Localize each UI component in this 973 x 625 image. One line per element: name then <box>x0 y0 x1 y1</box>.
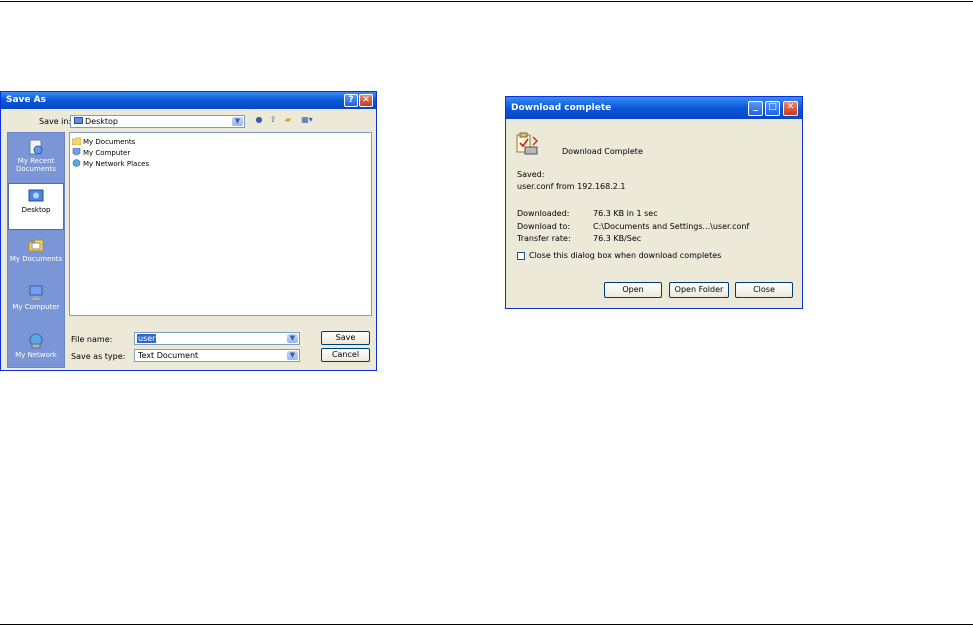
download-to-value: C:\Documents and Settings...\user.conf <box>593 222 750 231</box>
file-item-my-documents[interactable]: My Documents <box>72 137 135 146</box>
download-titlebar[interactable]: Download complete _ □ ✕ <box>506 97 802 119</box>
download-title: Download complete <box>511 103 612 113</box>
file-name-label: File name: <box>71 335 113 344</box>
place-desktop[interactable]: Desktop <box>8 183 64 230</box>
computer-icon <box>72 148 81 156</box>
chevron-down-icon[interactable]: ▼ <box>287 334 298 343</box>
close-when-done-checkbox[interactable] <box>517 252 525 260</box>
views-menu-icon[interactable]: ▦▾ <box>299 115 315 125</box>
file-item-label: My Computer <box>83 149 131 157</box>
place-label: My Documents <box>9 255 63 263</box>
transfer-rate-value: 76.3 KB/Sec <box>593 234 642 243</box>
new-folder-icon[interactable]: ▰ <box>283 115 293 125</box>
save-as-type-value: Text Document <box>138 351 199 360</box>
downloaded-label: Downloaded: <box>517 209 570 218</box>
open-folder-button[interactable]: Open Folder <box>669 282 729 298</box>
chevron-down-icon[interactable]: ▼ <box>232 117 243 126</box>
saved-label: Saved: <box>517 170 545 179</box>
file-name-input[interactable]: user ▼ <box>134 332 300 345</box>
save-as-title: Save As <box>6 95 46 105</box>
file-list[interactable]: My Documents My Computer My Network Plac… <box>69 132 372 316</box>
close-when-done-label[interactable]: Close this dialog box when download comp… <box>529 251 721 260</box>
my-computer-icon <box>29 285 43 301</box>
up-folder-icon[interactable]: ⇧ <box>268 115 278 125</box>
save-button[interactable]: Save <box>321 331 370 345</box>
place-label: My Network <box>15 351 57 359</box>
file-name-value: user <box>137 334 157 343</box>
network-places-icon <box>72 159 81 167</box>
my-documents-icon <box>28 239 44 252</box>
desktop-small-icon <box>74 117 83 124</box>
close-button[interactable]: ✕ <box>783 101 798 116</box>
place-my-network[interactable]: My Network <box>8 333 64 359</box>
my-network-icon <box>29 333 43 349</box>
file-item-my-computer[interactable]: My Computer <box>72 148 130 157</box>
cancel-button[interactable]: Cancel <box>321 348 370 362</box>
saved-value: user.conf from 192.168.2.1 <box>517 182 626 191</box>
chevron-down-icon[interactable]: ▼ <box>287 351 298 360</box>
save-in-label: Save in: <box>39 117 72 126</box>
place-label: Desktop <box>21 206 51 214</box>
place-my-recent-documents[interactable]: My Recent Documents <box>8 139 64 173</box>
place-label: My Recent Documents <box>16 157 56 173</box>
transfer-rate-label: Transfer rate: <box>517 234 571 243</box>
downloaded-value: 76.3 KB in 1 sec <box>593 209 658 218</box>
save-in-text: Desktop <box>85 117 118 126</box>
maximize-button[interactable]: □ <box>765 101 780 116</box>
close-button[interactable]: ✕ <box>359 94 373 107</box>
folder-icon <box>72 137 81 145</box>
place-label: My Computer <box>12 303 60 311</box>
save-as-type-label: Save as type: <box>71 352 126 361</box>
help-button[interactable]: ? <box>344 94 358 107</box>
download-complete-icon <box>516 132 539 155</box>
save-in-value: Desktop <box>74 117 118 126</box>
back-icon[interactable]: ● <box>254 115 264 125</box>
desktop-icon <box>28 189 44 202</box>
file-name-dropdown[interactable]: ▼ <box>287 334 298 343</box>
file-item-label: My Documents <box>83 138 136 146</box>
download-heading: Download Complete <box>562 147 643 156</box>
file-item-label: My Network Places <box>83 160 150 168</box>
open-button[interactable]: Open <box>604 282 662 298</box>
recent-documents-icon <box>29 139 43 155</box>
place-my-computer[interactable]: My Computer <box>8 285 64 311</box>
save-as-type-dropdown[interactable]: Text Document ▼ <box>134 349 300 362</box>
place-my-documents[interactable]: My Documents <box>8 237 64 263</box>
download-to-label: Download to: <box>517 222 571 231</box>
file-item-my-network-places[interactable]: My Network Places <box>72 159 149 168</box>
top-rule <box>0 1 973 2</box>
download-complete-dialog: Download complete _ □ ✕ Download Complet… <box>505 96 803 309</box>
close-dialog-button[interactable]: Close <box>735 282 793 298</box>
save-as-titlebar[interactable]: Save As ? ✕ <box>1 92 376 109</box>
save-in-dropdown[interactable]: Desktop ▼ <box>70 115 245 128</box>
save-as-dialog: Save As ? ✕ Save in: Desktop ▼ ● ⇧ ▰ ▦▾ … <box>0 91 377 371</box>
places-bar: My Recent Documents Desktop My Documents… <box>7 132 65 368</box>
minimize-button[interactable]: _ <box>748 101 763 116</box>
